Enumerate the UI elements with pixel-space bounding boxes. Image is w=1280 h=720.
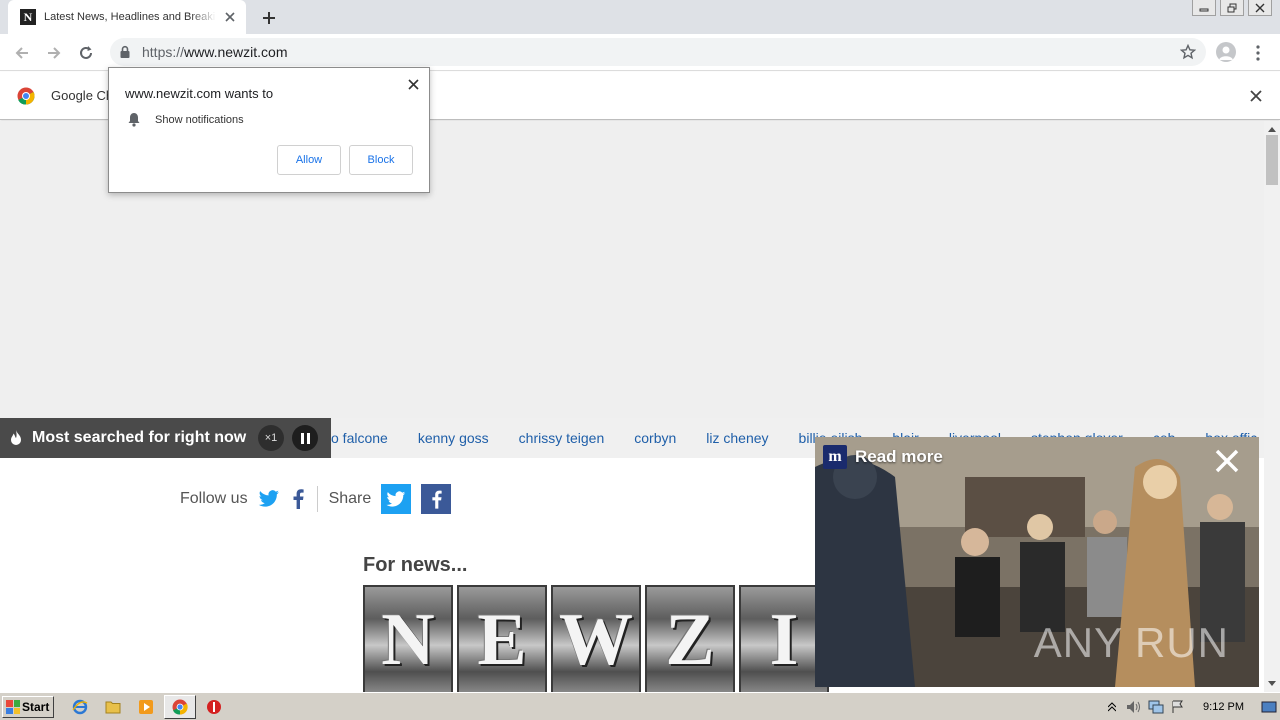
facebook-share-button[interactable] — [421, 484, 452, 514]
share-label: Share — [328, 490, 372, 507]
trend-link[interactable]: chrissy teigen — [519, 430, 605, 446]
chrome-logo-icon — [17, 87, 35, 105]
tray-expand-icon[interactable] — [1104, 699, 1120, 715]
scrollbar-thumb[interactable] — [1266, 135, 1278, 185]
facebook-icon — [432, 490, 442, 509]
logo-letter: W — [551, 585, 641, 692]
for-news-heading: For news... — [363, 554, 468, 576]
speed-button[interactable]: ×1 — [258, 425, 284, 451]
social-row: Follow us Share — [180, 483, 461, 515]
infobar-text: Google Ch — [51, 88, 114, 103]
pause-icon — [306, 432, 310, 444]
trend-link[interactable]: kenny goss — [418, 430, 489, 446]
media-player-icon[interactable] — [137, 698, 155, 716]
infobar-close-icon[interactable] — [1248, 88, 1264, 104]
prompt-close-icon[interactable] — [405, 76, 421, 92]
bookmark-star-icon[interactable] — [1179, 43, 1197, 65]
start-label: Start — [22, 700, 50, 714]
windows-taskbar: Start 9:12 PM — [0, 692, 1280, 720]
tab-newzit[interactable]: N Latest News, Headlines and Breaking Ne… — [8, 0, 246, 34]
url-text: https://www.newzit.com — [142, 44, 288, 60]
internet-explorer-icon[interactable] — [71, 698, 89, 716]
show-desktop-icon[interactable] — [1261, 699, 1277, 715]
divider — [316, 486, 318, 512]
volume-icon[interactable] — [1126, 699, 1142, 715]
system-tray: 9:12 PM — [1101, 695, 1280, 719]
lock-icon[interactable] — [112, 39, 138, 65]
trend-link[interactable]: liz cheney — [706, 430, 768, 446]
trend-link[interactable]: o falcone — [331, 430, 388, 446]
action-center-flag-icon[interactable] — [1170, 699, 1186, 715]
twitter-follow-icon[interactable] — [258, 490, 280, 508]
scroll-down-arrow-icon[interactable] — [1264, 676, 1280, 692]
minimize-icon[interactable] — [1192, 0, 1216, 16]
video-close-icon[interactable] — [1213, 447, 1241, 475]
vertical-scrollbar[interactable] — [1264, 121, 1280, 692]
forward-arrow-icon[interactable] — [43, 42, 65, 64]
tab-close-icon[interactable] — [222, 9, 238, 25]
tab-title: Latest News, Headlines and Breaking News — [44, 11, 216, 23]
newzit-logo: N E W Z I — [363, 585, 829, 692]
window-close-icon[interactable] — [1248, 0, 1272, 16]
reload-icon[interactable] — [75, 42, 97, 64]
twitter-share-button[interactable] — [381, 484, 412, 514]
window-controls — [1192, 0, 1272, 16]
profile-avatar-icon[interactable] — [1216, 42, 1236, 62]
network-icon[interactable] — [1148, 699, 1164, 715]
pause-icon — [300, 432, 304, 444]
page-viewport: o falcone kenny goss chrissy teigen corb… — [0, 121, 1264, 692]
video-ad-player[interactable]: m Read more ANY RUN — [815, 437, 1259, 687]
logo-letter: Z — [645, 585, 735, 692]
read-more-link[interactable]: Read more — [855, 447, 943, 467]
trend-link[interactable]: corbyn — [634, 430, 676, 446]
back-arrow-icon[interactable] — [11, 42, 33, 64]
new-tab-plus-icon[interactable] — [258, 7, 280, 29]
url-host: www.newzit.com — [184, 44, 288, 60]
logo-letter: E — [457, 585, 547, 692]
logo-letter: N — [363, 585, 453, 692]
pause-button[interactable] — [292, 425, 318, 451]
notification-permission-prompt: www.newzit.com wants to Show notificatio… — [108, 67, 430, 193]
trending-title: Most searched for right now — [32, 429, 247, 446]
prompt-permission-row: Show notifications — [127, 112, 244, 127]
video-header[interactable]: m Read more — [823, 445, 943, 469]
browser-toolbar: https://www.newzit.com — [0, 34, 1280, 71]
stop-sign-icon[interactable] — [205, 698, 223, 716]
restore-icon[interactable] — [1220, 0, 1244, 16]
file-explorer-icon[interactable] — [104, 698, 122, 716]
bell-icon — [128, 113, 140, 127]
allow-button[interactable]: Allow — [277, 145, 341, 175]
newzit-favicon-icon: N — [20, 9, 36, 25]
watermark-text: ANY RUN — [1033, 619, 1229, 666]
block-button[interactable]: Block — [349, 145, 413, 175]
flame-icon — [11, 430, 21, 445]
clock: 9:12 PM — [1203, 701, 1244, 713]
windows-logo-icon — [6, 700, 20, 714]
address-bar[interactable]: https://www.newzit.com — [110, 38, 1206, 66]
twitter-icon — [386, 490, 406, 507]
prompt-title: www.newzit.com wants to — [125, 86, 274, 101]
permission-item-label: Show notifications — [155, 113, 244, 126]
tab-strip: N Latest News, Headlines and Breaking Ne… — [0, 0, 1280, 34]
start-button[interactable]: Start — [2, 696, 54, 718]
anyrun-watermark: ANY RUN — [1034, 619, 1229, 667]
facebook-follow-icon[interactable] — [292, 489, 304, 509]
url-scheme: https:// — [142, 44, 185, 60]
menu-kebab-icon[interactable] — [1250, 42, 1266, 64]
trending-label: Most searched for right now ×1 — [0, 418, 331, 458]
chrome-taskbar-icon[interactable] — [171, 698, 189, 716]
follow-us-label: Follow us — [180, 490, 248, 507]
publisher-badge-icon: m — [823, 445, 847, 469]
